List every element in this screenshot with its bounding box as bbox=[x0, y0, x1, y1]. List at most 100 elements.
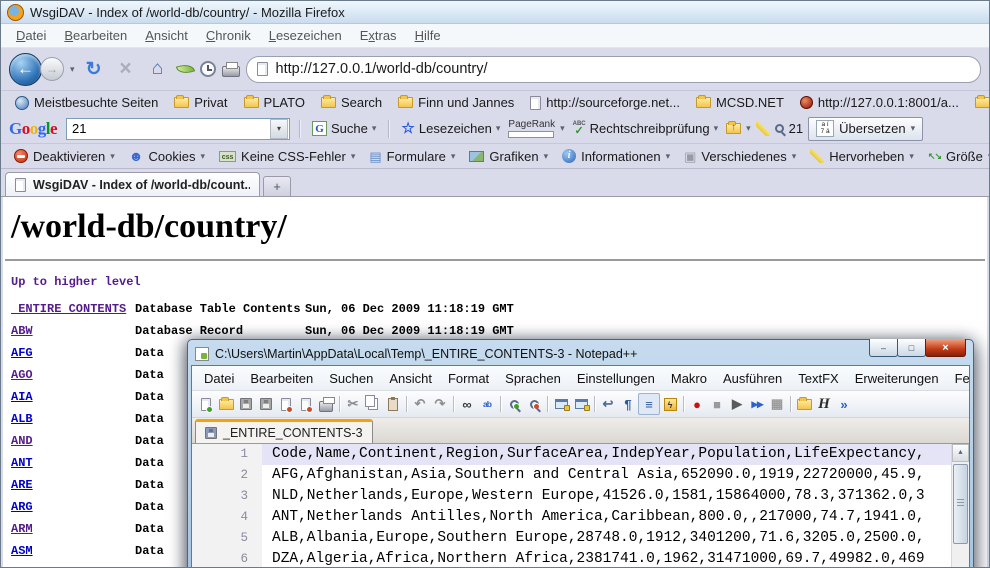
bookmark-privat[interactable]: Privat bbox=[166, 95, 235, 110]
webdev-verschiedenes[interactable]: ▣Verschiedenes▾ bbox=[677, 149, 803, 164]
firefox-titlebar[interactable]: WsgiDAV - Index of /world-db/country/ - … bbox=[1, 1, 989, 24]
bookmark-http-127-0-0-1-8001-a[interactable]: http://127.0.0.1:8001/a... bbox=[792, 95, 967, 110]
npp-menu-item-erweiterungen[interactable]: Erweiterungen bbox=[847, 371, 947, 386]
open-file-icon[interactable] bbox=[216, 394, 236, 414]
highlighter-icon[interactable] bbox=[756, 122, 770, 136]
webdev-gr-e[interactable]: ↖↘Größe▾ bbox=[921, 149, 990, 164]
npp-menu-item-makro[interactable]: Makro bbox=[663, 371, 715, 386]
bookmark-mcsd-net[interactable]: MCSD.NET bbox=[688, 95, 792, 110]
listing-link-alb[interactable]: ALB bbox=[11, 412, 135, 426]
dropdown-caret-icon[interactable]: ▾ bbox=[201, 151, 206, 162]
minimize-button[interactable]: – bbox=[869, 339, 898, 357]
reload-button[interactable]: ↻ bbox=[81, 58, 107, 81]
forward-button[interactable]: → bbox=[40, 57, 64, 81]
history-clock-icon[interactable] bbox=[200, 61, 216, 77]
toolbar-overflow-icon[interactable]: » bbox=[834, 394, 854, 414]
dropdown-caret-icon[interactable]: ▾ bbox=[451, 151, 456, 162]
listing-link-and[interactable]: AND bbox=[11, 434, 135, 448]
stop-macro-icon[interactable]: ■ bbox=[707, 394, 727, 414]
bookmark-tree-samples[interactable]: Tree Samples bbox=[967, 95, 990, 110]
dropdown-caret-icon[interactable]: ▾ bbox=[110, 151, 115, 162]
dropdown-caret-icon[interactable]: ▾ bbox=[351, 151, 356, 162]
npp-menu-item-ansicht[interactable]: Ansicht bbox=[381, 371, 440, 386]
webdev-formulare[interactable]: ▤Formulare▾ bbox=[362, 149, 462, 164]
zoom-out-icon[interactable] bbox=[524, 394, 544, 414]
webdev-cookies[interactable]: ☻Cookies▾ bbox=[122, 149, 212, 164]
open-containing-folder-icon[interactable] bbox=[794, 394, 814, 414]
close-all-icon[interactable] bbox=[296, 394, 316, 414]
bookmark-http-sourceforge-net[interactable]: http://sourceforge.net... bbox=[522, 95, 688, 110]
google-search-combo[interactable]: ▾ bbox=[66, 118, 290, 140]
record-macro-icon[interactable]: ● bbox=[687, 394, 707, 414]
scrollbar-thumb[interactable] bbox=[953, 464, 968, 544]
bookmark-finn-und-jannes[interactable]: Finn und Jannes bbox=[390, 95, 522, 110]
url-bar[interactable]: http://127.0.0.1/world-db/country/ bbox=[246, 56, 981, 83]
google-search-button[interactable]: G Suche ▾ bbox=[309, 121, 379, 136]
redo-icon[interactable]: ↷ bbox=[430, 394, 450, 414]
menu-item-ansicht[interactable]: Ansicht bbox=[136, 26, 197, 45]
active-tab[interactable]: WsgiDAV - Index of /world-db/count... bbox=[5, 172, 260, 196]
menu-item-chronik[interactable]: Chronik bbox=[197, 26, 260, 45]
bookmark-meistbesuchte-seiten[interactable]: Meistbesuchte Seiten bbox=[7, 95, 166, 110]
listing-link-asm[interactable]: ASM bbox=[11, 544, 135, 558]
dropdown-caret-icon[interactable]: ▾ bbox=[909, 151, 914, 162]
zoom-icon[interactable] bbox=[775, 124, 784, 133]
listing-link-ant[interactable]: ANT bbox=[11, 456, 135, 470]
play-macro-icon[interactable]: ▶ bbox=[727, 394, 747, 414]
notepadpp-titlebar[interactable]: C:\Users\Martin\AppData\Local\Temp\_ENTI… bbox=[191, 343, 970, 365]
send-to-folder-icon[interactable]: ↑ bbox=[726, 123, 741, 134]
sync-horizontal-icon[interactable] bbox=[571, 394, 591, 414]
dropdown-caret-icon[interactable]: ▾ bbox=[560, 123, 565, 134]
sync-vertical-icon[interactable] bbox=[551, 394, 571, 414]
npp-menu-item-fenster[interactable]: Fenster bbox=[947, 371, 970, 386]
search-dropdown-icon[interactable]: ▾ bbox=[270, 119, 288, 139]
editor-area[interactable]: 1Code,Name,Continent,Region,SurfaceArea,… bbox=[192, 444, 969, 568]
run-macro-multiple-icon[interactable]: ▶▶ bbox=[747, 394, 767, 414]
user-define-dialog-icon[interactable]: ϟ bbox=[660, 394, 680, 414]
listing-link-abw[interactable]: ABW bbox=[11, 324, 135, 338]
notepadpp-window[interactable]: C:\Users\Martin\AppData\Local\Temp\_ENTI… bbox=[187, 339, 974, 568]
undo-icon[interactable]: ↶ bbox=[410, 394, 430, 414]
menu-item-lesezeichen[interactable]: Lesezeichen bbox=[260, 26, 351, 45]
dropdown-caret-icon[interactable]: ▾ bbox=[372, 123, 377, 134]
menu-item-datei[interactable]: Datei bbox=[7, 26, 55, 45]
listing-link-arg[interactable]: ARG bbox=[11, 500, 135, 514]
print-button[interactable] bbox=[222, 66, 240, 77]
home-button[interactable]: ⌂ bbox=[145, 58, 171, 80]
npp-menu-item-sprachen[interactable]: Sprachen bbox=[497, 371, 569, 386]
view-html-icon[interactable]: H bbox=[814, 394, 834, 414]
listing-link-are[interactable]: ARE bbox=[11, 478, 135, 492]
dropdown-caret-icon[interactable]: ▾ bbox=[746, 123, 751, 134]
pagerank-indicator[interactable]: PageRank bbox=[508, 120, 555, 138]
stop-button[interactable]: × bbox=[113, 57, 139, 81]
translate-button[interactable]: a í 7 ä Übersetzen ▾ bbox=[808, 117, 923, 141]
show-all-characters-icon[interactable]: ¶ bbox=[618, 394, 638, 414]
webdev-keine-css-fehler[interactable]: cssKeine CSS-Fehler▾ bbox=[212, 149, 362, 164]
zoom-in-icon[interactable] bbox=[504, 394, 524, 414]
history-dropdown-icon[interactable]: ▾ bbox=[70, 64, 75, 75]
menu-item-bearbeiten[interactable]: Bearbeiten bbox=[55, 26, 136, 45]
new-file-icon[interactable] bbox=[196, 394, 216, 414]
save-all-icon[interactable] bbox=[256, 394, 276, 414]
bookmark-search[interactable]: Search bbox=[313, 95, 390, 110]
dropdown-caret-icon[interactable]: ▾ bbox=[544, 151, 549, 162]
new-tab-button[interactable]: + bbox=[263, 176, 291, 196]
webdev-grafiken[interactable]: Grafiken▾ bbox=[462, 149, 555, 164]
npp-menu-item-datei[interactable]: Datei bbox=[196, 371, 242, 386]
leaf-extension-icon[interactable] bbox=[175, 62, 194, 77]
find-icon[interactable]: ∞ bbox=[457, 394, 477, 414]
up-to-higher-level-link[interactable]: Up to higher level bbox=[11, 275, 141, 289]
copy-icon[interactable] bbox=[363, 394, 383, 414]
dropdown-caret-icon[interactable]: ▾ bbox=[714, 123, 719, 134]
listing-link-afg[interactable]: AFG bbox=[11, 346, 135, 360]
menu-item-hilfe[interactable]: Hilfe bbox=[406, 26, 450, 45]
replace-icon[interactable]: ab bbox=[477, 394, 497, 414]
close-file-icon[interactable] bbox=[276, 394, 296, 414]
save-macro-icon[interactable]: ▦ bbox=[767, 394, 787, 414]
back-button[interactable]: ← bbox=[9, 53, 42, 86]
listing-link-aia[interactable]: AIA bbox=[11, 390, 135, 404]
npp-menu-item-einstellungen[interactable]: Einstellungen bbox=[569, 371, 663, 386]
webdev-hervorheben[interactable]: Hervorheben▾ bbox=[803, 149, 921, 164]
npp-menu-item-format[interactable]: Format bbox=[440, 371, 497, 386]
scroll-up-icon[interactable]: ▲ bbox=[952, 444, 969, 462]
